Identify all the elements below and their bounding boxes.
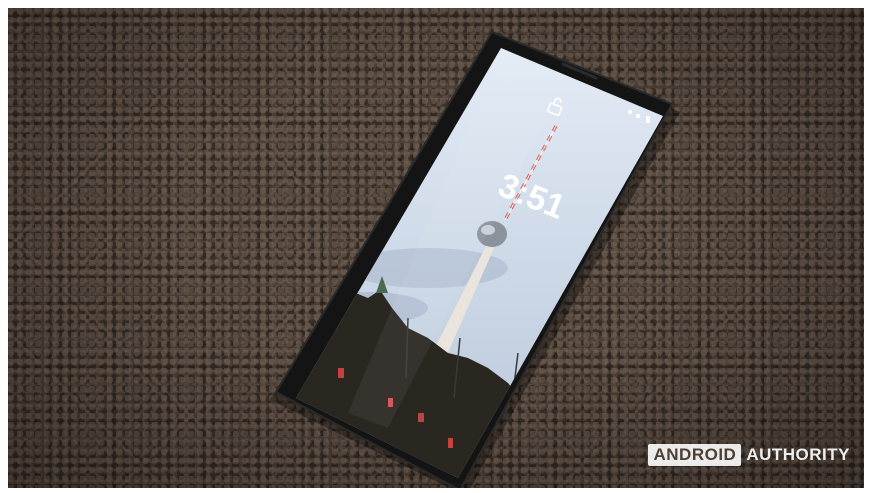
- crowd-figure: [418, 413, 424, 422]
- battery-icon: [646, 116, 650, 123]
- crowd-figure: [338, 368, 344, 378]
- crowd-figure: [448, 438, 453, 448]
- watermark-plain-text: AUTHORITY: [746, 445, 850, 464]
- watermark-boxed-text: ANDROID: [648, 444, 742, 466]
- status-icon: [627, 109, 633, 115]
- photo-frame: 3:51 ANDROID AUTHORITY: [8, 8, 864, 488]
- phone-illustration: 3:51: [270, 31, 680, 488]
- status-icon: [635, 113, 641, 119]
- watermark: ANDROID AUTHORITY: [648, 444, 850, 466]
